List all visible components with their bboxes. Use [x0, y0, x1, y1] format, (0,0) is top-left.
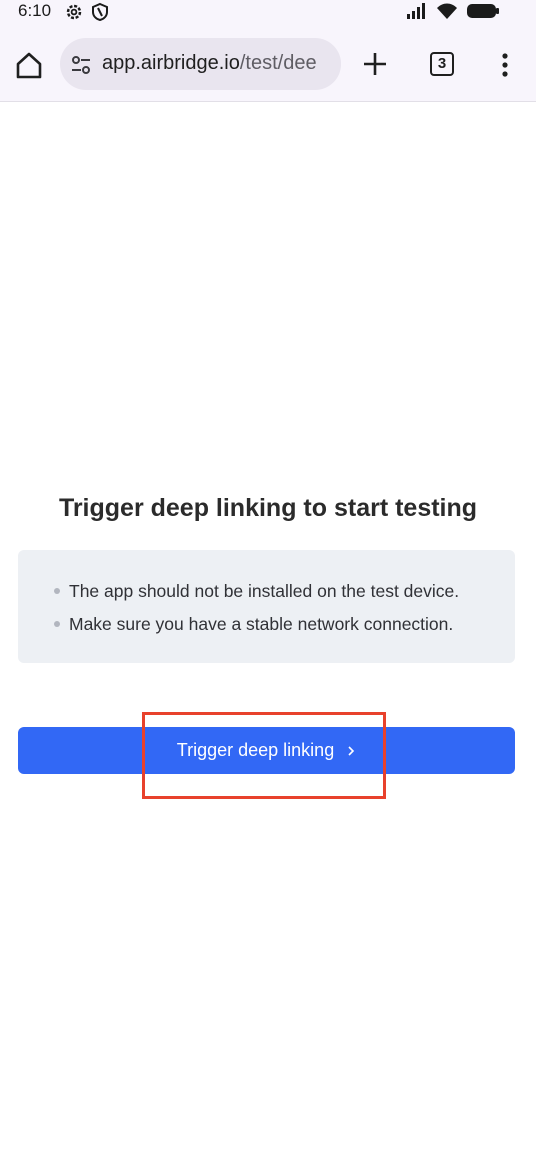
address-bar[interactable]: app.airbridge.io/test/dee — [60, 38, 341, 90]
status-right-icons — [406, 2, 500, 20]
url-fade — [317, 38, 341, 90]
bullet-icon — [54, 588, 60, 594]
url-text[interactable]: app.airbridge.io/test/dee — [102, 52, 317, 75]
list-item: Make sure you have a stable network conn… — [54, 612, 459, 645]
notice-text: Make sure you have a stable network conn… — [69, 614, 454, 634]
notice-list: The app should not be installed on the t… — [54, 579, 459, 645]
status-bar: 6:10 — [0, 0, 536, 24]
home-icon[interactable] — [14, 50, 44, 80]
bullet-icon — [54, 621, 60, 627]
shield-icon — [92, 2, 108, 22]
status-left-icons — [64, 2, 110, 22]
browser-toolbar: app.airbridge.io/test/dee 3 — [0, 24, 536, 102]
tune-icon[interactable] — [69, 53, 93, 77]
url-host: app.airbridge.io — [102, 52, 240, 74]
tab-switcher-button[interactable]: 3 — [430, 52, 454, 76]
battery-icon — [467, 4, 499, 18]
notice-box: The app should not be installed on the t… — [18, 550, 515, 663]
highlight-annotation — [142, 712, 386, 799]
page-title: Trigger deep linking to start testing — [58, 494, 478, 522]
wifi-icon — [437, 3, 457, 19]
url-path: /test/dee — [239, 52, 317, 74]
notice-text: The app should not be installed on the t… — [69, 581, 460, 601]
gear-icon — [66, 4, 82, 20]
list-item: The app should not be installed on the t… — [54, 579, 459, 612]
status-time: 6:10 — [18, 1, 52, 20]
more-vert-icon[interactable] — [495, 51, 515, 79]
signal-icon — [407, 3, 425, 19]
plus-icon[interactable] — [361, 50, 389, 78]
